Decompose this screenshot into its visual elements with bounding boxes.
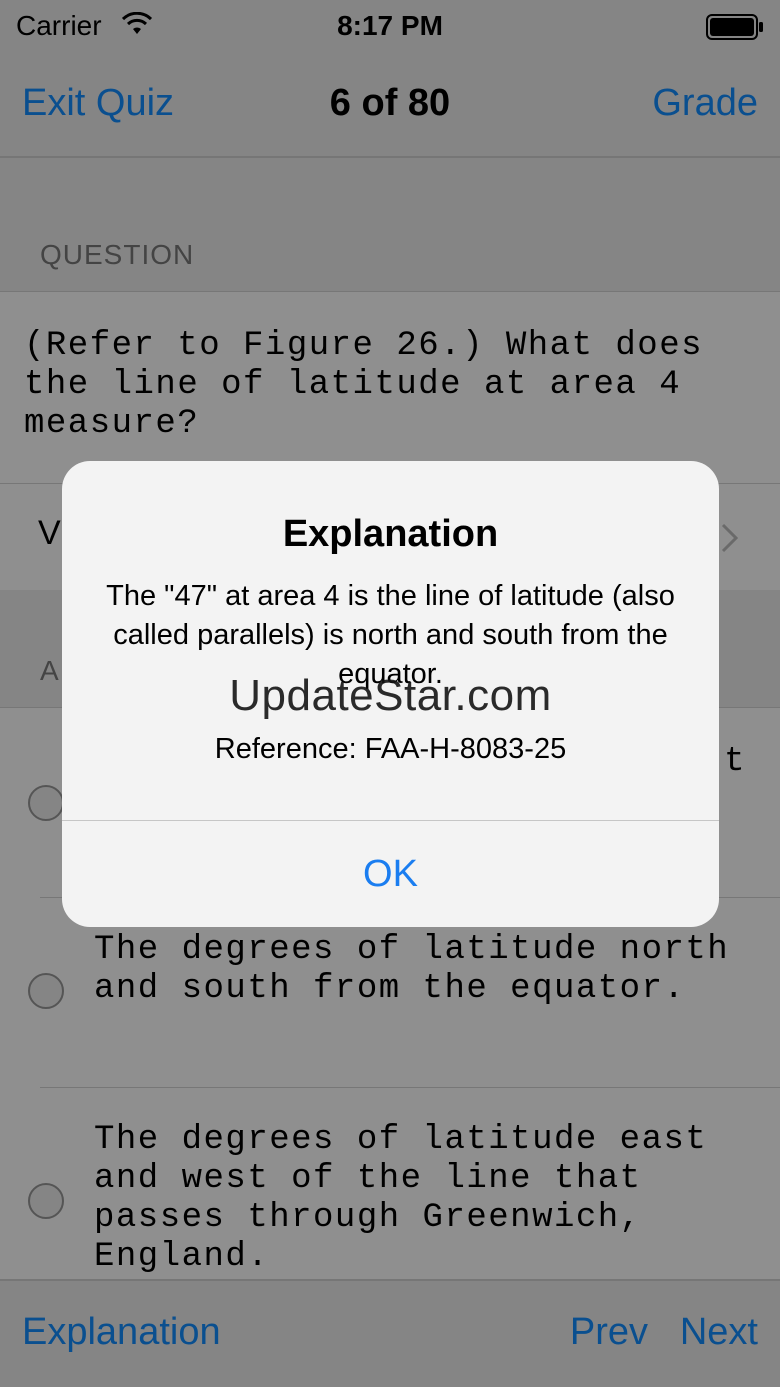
clock: 8:17 PM bbox=[337, 10, 443, 41]
prev-button[interactable]: Prev bbox=[570, 1311, 648, 1354]
answer-option-c[interactable]: The degrees of latitude east and west of… bbox=[0, 1087, 780, 1279]
chevron-right-icon bbox=[721, 523, 739, 553]
alert-reference: Reference: FAA-H-8083-25 bbox=[214, 733, 567, 765]
radio-unselected-icon[interactable] bbox=[28, 973, 64, 1009]
radio-unselected-icon[interactable] bbox=[28, 1183, 64, 1219]
explanation-alert: Explanation The "47" at area 4 is the li… bbox=[62, 461, 719, 927]
watermark: UpdateStar.com bbox=[229, 671, 552, 720]
view-figure-label: V bbox=[38, 514, 61, 552]
bottom-toolbar: Explanation Prev Next bbox=[0, 1279, 780, 1387]
navigation-bar: Exit Quiz 6 of 80 Grade bbox=[0, 54, 780, 158]
question-section-header: QUESTION bbox=[0, 158, 780, 292]
answer-text: The degrees of latitude east and west of… bbox=[94, 1121, 708, 1276]
battery-icon bbox=[706, 14, 763, 40]
grade-button[interactable]: Grade bbox=[652, 82, 758, 125]
row-divider bbox=[40, 1087, 780, 1088]
question-text: (Refer to Figure 26.) What does the line… bbox=[24, 327, 704, 443]
status-bar: Carrier 8:17 PM bbox=[0, 0, 780, 54]
question-cell: (Refer to Figure 26.) What does the line… bbox=[0, 293, 780, 483]
question-header-label: QUESTION bbox=[40, 239, 195, 270]
ok-button[interactable]: OK bbox=[62, 821, 719, 927]
answers-header-label: A bbox=[40, 655, 60, 686]
explanation-button[interactable]: Explanation bbox=[22, 1311, 221, 1354]
next-button[interactable]: Next bbox=[680, 1311, 758, 1354]
answer-text: The degrees of latitude north and south … bbox=[94, 931, 730, 1008]
radio-unselected-icon[interactable] bbox=[28, 785, 64, 821]
alert-title: Explanation bbox=[282, 513, 499, 555]
